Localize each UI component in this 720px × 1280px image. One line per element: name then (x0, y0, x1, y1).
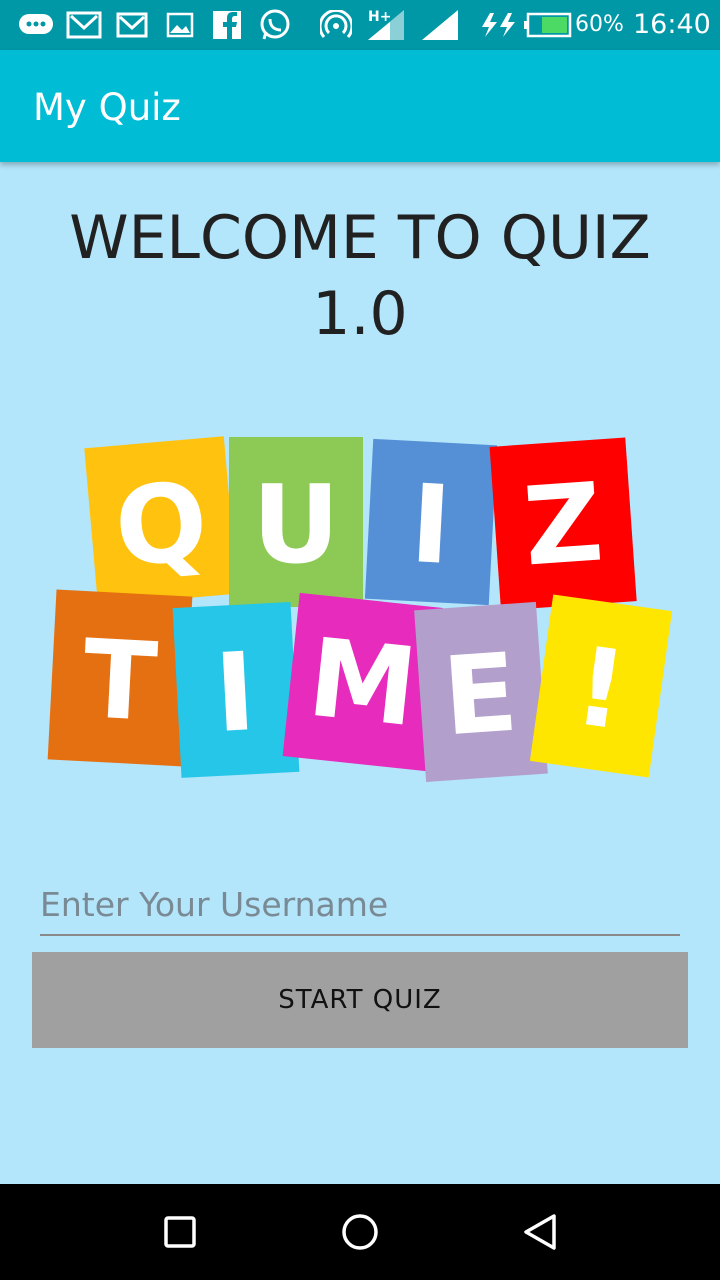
gmail-icon (66, 10, 102, 40)
navigation-bar (0, 1184, 720, 1280)
charging-icon (478, 10, 518, 40)
hotspot-icon (320, 10, 352, 40)
logo-letter-i-top: I (407, 462, 454, 589)
home-icon[interactable] (338, 1210, 382, 1254)
status-bar: H+ 60% 16:40 (0, 0, 720, 50)
clock: 16:40 (633, 9, 711, 40)
welcome-version: 1.0 (312, 279, 408, 349)
username-input[interactable] (40, 880, 680, 936)
start-quiz-button[interactable]: START QUIZ (32, 952, 688, 1048)
battery-percent: 60% (575, 12, 624, 37)
quiz-time-logo: Q U I Z T I M E ! (47, 436, 673, 782)
back-icon[interactable] (518, 1210, 562, 1254)
logo-letter-q: Q (110, 459, 212, 592)
gallery-icon (166, 10, 194, 40)
gmail-icon (116, 10, 148, 40)
network-type-label: H+ (368, 9, 392, 25)
logo-letter-i-bottom: I (212, 630, 259, 757)
logo-letter-u: U (252, 463, 340, 588)
messages-icon (18, 10, 54, 40)
facebook-icon (212, 10, 242, 40)
battery-icon (524, 10, 572, 40)
logo-letter-e: E (439, 631, 521, 761)
whatsapp-icon (258, 9, 292, 40)
app-title: My Quiz (33, 86, 181, 129)
welcome-heading: WELCOME TO QUIZ 1.0 (0, 200, 720, 352)
logo-letter-z: Z (520, 460, 607, 590)
logo-letter-m: M (303, 616, 423, 752)
signal-icon (420, 10, 460, 40)
welcome-title: WELCOME TO QUIZ (69, 203, 651, 273)
recents-icon[interactable] (160, 1212, 200, 1252)
logo-letter-t: T (80, 617, 160, 746)
